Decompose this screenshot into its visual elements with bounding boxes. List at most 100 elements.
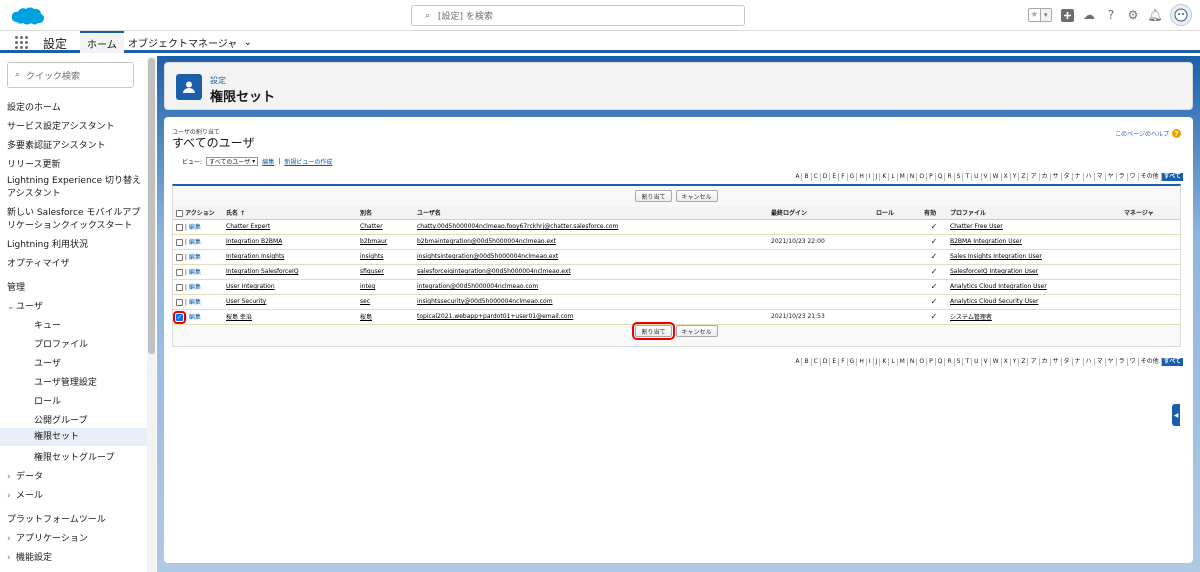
- edit-link[interactable]: 編集: [189, 284, 201, 291]
- tab-home[interactable]: ホーム: [80, 31, 124, 53]
- alpha-filter-letter[interactable]: F: [839, 173, 848, 181]
- row-checkbox[interactable]: ✓: [173, 311, 186, 324]
- alpha-filter-letter[interactable]: タ: [1062, 173, 1073, 181]
- alpha-filter-letter[interactable]: Y: [1011, 358, 1020, 366]
- alpha-filter-letter[interactable]: X: [1002, 173, 1011, 181]
- row-checkbox[interactable]: [176, 269, 183, 276]
- alpha-filter-letter[interactable]: ナ: [1073, 173, 1084, 181]
- alpha-filter-letter[interactable]: K: [880, 358, 890, 366]
- sidebar-item-setup-home[interactable]: 設定のホーム: [7, 100, 61, 113]
- alpha-filter-letter[interactable]: N: [908, 173, 918, 181]
- help-link[interactable]: このページのヘルプ?: [1115, 129, 1181, 138]
- alpha-filter-letter[interactable]: C: [812, 173, 821, 181]
- edit-link[interactable]: 編集: [189, 299, 201, 306]
- profile-link[interactable]: Sales Insights Integration User: [950, 253, 1042, 260]
- alpha-filter-letter[interactable]: ヤ: [1106, 173, 1117, 181]
- column-profile[interactable]: プロファイル: [947, 207, 1121, 220]
- edit-link[interactable]: 編集: [189, 314, 201, 321]
- favorites-button[interactable]: ★ ▾: [1028, 8, 1052, 22]
- sidebar-item-optimizer[interactable]: オプティマイザ: [7, 256, 69, 269]
- alpha-filter-letter[interactable]: ワ: [1128, 173, 1139, 181]
- alpha-filter-letter[interactable]: P: [927, 173, 936, 181]
- sidebar-scroll-thumb[interactable]: [148, 58, 155, 354]
- sidebar-item-profiles[interactable]: プロファイル: [34, 337, 88, 350]
- alpha-filter-letter[interactable]: カ: [1040, 358, 1051, 366]
- sidebar-item-email[interactable]: › メール: [7, 488, 43, 501]
- alpha-filter-letter[interactable]: O: [917, 358, 928, 366]
- alpha-filter-letter[interactable]: W: [991, 173, 1002, 181]
- bell-icon[interactable]: 🔔︎: [1147, 8, 1162, 22]
- alpha-filter-letter[interactable]: サ: [1051, 358, 1062, 366]
- alpha-filter-letter[interactable]: その他: [1139, 173, 1162, 181]
- alpha-filter-letter[interactable]: J: [874, 358, 881, 366]
- assign-button[interactable]: 割り当て: [635, 190, 672, 202]
- cancel-button[interactable]: キャンセル: [675, 190, 718, 202]
- salesforce-logo[interactable]: [9, 4, 47, 28]
- select-all-checkbox[interactable]: [176, 210, 183, 218]
- user-name-link[interactable]: Integration Insights: [226, 253, 284, 260]
- alpha-filter-letter[interactable]: L: [889, 358, 898, 366]
- alpha-filter-letter[interactable]: M: [898, 173, 908, 181]
- alpha-filter-letter[interactable]: H: [857, 173, 867, 181]
- alpha-filter-letter[interactable]: D: [821, 358, 831, 366]
- alpha-filter-letter[interactable]: ワ: [1128, 358, 1139, 366]
- alpha-filter-letter[interactable]: M: [898, 358, 908, 366]
- alpha-filter-letter[interactable]: P: [927, 358, 936, 366]
- alpha-filter-letter[interactable]: カ: [1040, 173, 1051, 181]
- sidebar-item-permission-set-groups[interactable]: 権限セットグループ: [34, 450, 114, 463]
- sidebar-item-users-group[interactable]: ⌄ユーザ: [7, 299, 43, 312]
- chevron-down-icon[interactable]: ⌄: [244, 37, 252, 48]
- alpha-filter-letter[interactable]: すべて: [1161, 173, 1183, 181]
- profile-link[interactable]: SalesforceIQ Integration User: [950, 268, 1038, 275]
- alpha-filter-letter[interactable]: G: [848, 358, 858, 366]
- alpha-filter-letter[interactable]: サ: [1051, 173, 1062, 181]
- edit-link[interactable]: 編集: [189, 224, 201, 231]
- alpha-filter-letter[interactable]: ナ: [1073, 358, 1084, 366]
- alpha-filter-letter[interactable]: S: [955, 358, 964, 366]
- sidebar-item-lightning-usage[interactable]: Lightning 利用状況: [7, 237, 88, 250]
- quick-find-input[interactable]: ⌕ クイック検索: [7, 62, 134, 88]
- alpha-filter-letter[interactable]: R: [945, 173, 955, 181]
- alpha-filter-letter[interactable]: U: [972, 173, 982, 181]
- alpha-filter-letter[interactable]: R: [945, 358, 955, 366]
- tab-object-manager[interactable]: オブジェクトマネージャ ⌄: [121, 31, 259, 53]
- user-name-link[interactable]: Integration B2BMA: [226, 238, 282, 245]
- alpha-filter-letter[interactable]: X: [1002, 358, 1011, 366]
- sidebar-item-feature-settings[interactable]: › 機能設定: [7, 550, 52, 563]
- sidebar-item-users[interactable]: ユーザ: [34, 356, 61, 369]
- alpha-filter-letter[interactable]: Q: [936, 173, 946, 181]
- alpha-filter-letter[interactable]: O: [917, 173, 928, 181]
- user-username[interactable]: insightssecurity@00d5h000004nclmeao.com: [417, 298, 553, 305]
- sidebar-item-permission-sets[interactable]: 権限セット: [0, 428, 147, 446]
- alpha-filter-letter[interactable]: ラ: [1117, 173, 1128, 181]
- edit-link[interactable]: 編集: [189, 254, 201, 261]
- user-alias[interactable]: integ: [360, 283, 375, 290]
- sidebar-item-release-updates[interactable]: リリース更新: [7, 157, 61, 170]
- alpha-filter-letter[interactable]: H: [857, 358, 867, 366]
- user-name-link[interactable]: User Integration: [226, 283, 275, 290]
- user-username[interactable]: salesforceiqintegration@00d5h000004nclme…: [417, 268, 571, 275]
- create-view-link[interactable]: 新規ビューの作成: [284, 157, 332, 166]
- alpha-filter-letter[interactable]: U: [972, 358, 982, 366]
- alpha-filter-letter[interactable]: I: [867, 358, 874, 366]
- alpha-filter-letter[interactable]: G: [848, 173, 858, 181]
- trailhead-icon[interactable]: ☁: [1082, 8, 1096, 22]
- alpha-filter-letter[interactable]: ハ: [1084, 358, 1095, 366]
- user-alias[interactable]: sec: [360, 298, 370, 305]
- alpha-filter-letter[interactable]: I: [867, 173, 874, 181]
- side-panel-toggle[interactable]: ◀: [1172, 404, 1180, 426]
- alpha-filter-letter[interactable]: Z: [1019, 173, 1029, 181]
- row-checkbox[interactable]: [176, 284, 183, 291]
- help-icon[interactable]: ?: [1104, 8, 1118, 22]
- cancel-button-bottom[interactable]: キャンセル: [675, 325, 718, 337]
- row-checkbox[interactable]: [176, 299, 183, 306]
- column-alias[interactable]: 別名: [357, 207, 414, 220]
- profile-link[interactable]: Analytics Cloud Integration User: [950, 283, 1047, 290]
- alpha-filter-letter[interactable]: V: [982, 173, 991, 181]
- sidebar-item-mfa-assistant[interactable]: 多要素認証アシスタント: [7, 138, 106, 151]
- profile-link[interactable]: システム管理者: [950, 314, 992, 321]
- global-search-input[interactable]: ⌕ [設定] を検索: [411, 5, 745, 26]
- alpha-filter-letter[interactable]: E: [830, 173, 840, 181]
- profile-link[interactable]: B2BMA Integration User: [950, 238, 1022, 245]
- column-active[interactable]: 有効: [921, 207, 947, 220]
